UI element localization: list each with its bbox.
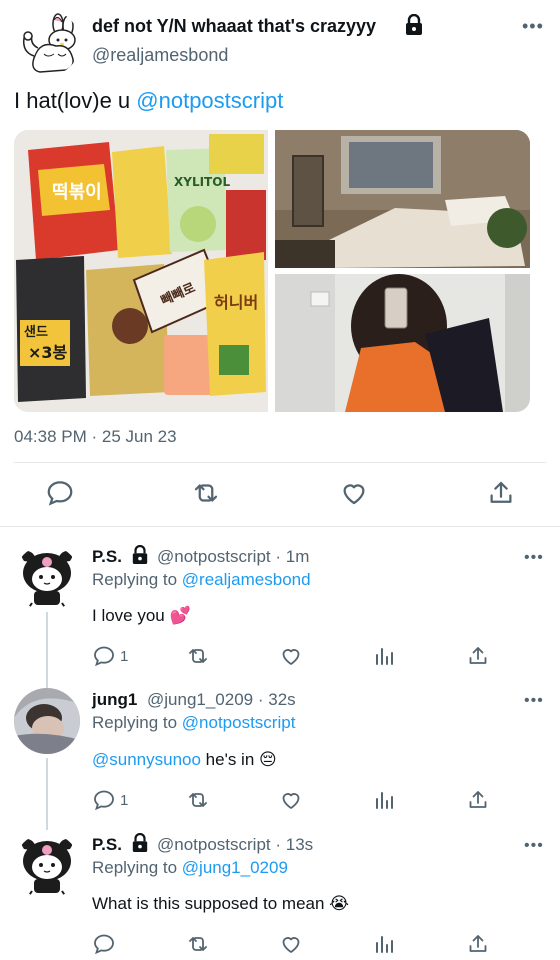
reply-2-replying-to: Replying to @notpostscript bbox=[92, 713, 295, 733]
snack-label-6: 샌드 bbox=[24, 325, 48, 340]
analytics-icon[interactable] bbox=[372, 788, 396, 812]
divider bbox=[14, 462, 546, 463]
retweet-icon[interactable] bbox=[186, 932, 210, 956]
snack-label-1: 떡볶이 bbox=[52, 182, 102, 203]
reply-count: 1 bbox=[120, 791, 129, 809]
reply-count: 1 bbox=[120, 647, 129, 665]
like-icon[interactable] bbox=[339, 478, 369, 508]
reply-icon bbox=[94, 646, 114, 667]
author-avatar[interactable] bbox=[14, 10, 80, 76]
reply-3-name[interactable]: P.S. bbox=[92, 835, 122, 855]
reply-2-avatar[interactable] bbox=[14, 688, 80, 754]
tweet-media-grid[interactable]: 떡볶이 XYLITOL 허니버 빼빼로 ×3봉 샌드 bbox=[14, 130, 530, 412]
more-icon[interactable]: ••• bbox=[524, 837, 544, 855]
reply-icon[interactable] bbox=[45, 478, 75, 508]
reply-1-reply-button[interactable]: 1 bbox=[92, 644, 128, 668]
reply-1-replying-to: Replying to @realjamesbond bbox=[92, 570, 311, 590]
media-photo-selfie[interactable] bbox=[275, 274, 530, 412]
reply-2-reply-button[interactable]: 1 bbox=[92, 788, 128, 812]
lock-icon bbox=[404, 14, 424, 36]
replying-mention-link[interactable]: @realjamesbond bbox=[182, 570, 311, 589]
reply-2-name[interactable]: jung1 bbox=[92, 690, 137, 710]
user-photo-avatar-icon bbox=[14, 688, 80, 754]
reply-2-handle-time[interactable]: @jung1_0209 · 32s bbox=[147, 690, 296, 710]
media-photo-bedroom[interactable] bbox=[275, 130, 530, 268]
reply-3-text: What is this supposed to mean 😭 bbox=[92, 894, 350, 913]
reply-icon bbox=[94, 790, 114, 811]
replying-label: Replying to bbox=[92, 570, 182, 589]
analytics-icon[interactable] bbox=[372, 644, 396, 668]
bedroom-photo-image bbox=[275, 130, 530, 268]
retweet-icon[interactable] bbox=[186, 788, 210, 812]
replying-label: Replying to bbox=[92, 858, 182, 877]
share-icon[interactable] bbox=[466, 644, 490, 668]
like-icon[interactable] bbox=[279, 644, 303, 668]
share-icon[interactable] bbox=[486, 478, 516, 508]
replying-mention-link[interactable]: @jung1_0209 bbox=[182, 858, 288, 877]
reply-2-text-body: he's in 😔 bbox=[200, 750, 277, 769]
reply-2-text: @sunnysunoo he's in 😔 bbox=[92, 750, 277, 770]
author-handle[interactable]: @realjamesbond bbox=[92, 45, 228, 66]
lock-icon bbox=[131, 545, 149, 565]
snack-label-5: ×3봉 bbox=[28, 343, 68, 362]
reply-1-name[interactable]: P.S. bbox=[92, 547, 122, 567]
author-display-name[interactable]: def not Y/N whaaat that's crazyyy bbox=[92, 16, 376, 37]
muscle-bunny-avatar-icon bbox=[14, 10, 80, 76]
tweet-mention-link[interactable]: @notpostscript bbox=[136, 88, 283, 113]
replying-mention-link[interactable]: @notpostscript bbox=[182, 713, 296, 732]
snack-label-3: 허니버 bbox=[214, 293, 258, 312]
selfie-photo-image bbox=[275, 274, 530, 412]
share-icon[interactable] bbox=[466, 788, 490, 812]
kuromi-avatar-icon bbox=[14, 833, 80, 899]
tweet-text-body: I hat(lov)e u bbox=[14, 88, 137, 113]
analytics-icon[interactable] bbox=[372, 932, 396, 956]
like-icon[interactable] bbox=[279, 932, 303, 956]
share-icon[interactable] bbox=[466, 932, 490, 956]
more-icon[interactable]: ••• bbox=[524, 692, 544, 710]
more-icon[interactable]: ••• bbox=[522, 16, 544, 37]
snack-label-2: XYLITOL bbox=[174, 175, 230, 189]
kuromi-avatar-icon bbox=[14, 545, 80, 611]
media-photo-snacks[interactable]: 떡볶이 XYLITOL 허니버 빼빼로 ×3봉 샌드 bbox=[14, 130, 268, 412]
lock-icon bbox=[131, 833, 149, 853]
reply-2-mention-link[interactable]: @sunnysunoo bbox=[92, 750, 201, 769]
reply-3-handle-time[interactable]: @notpostscript · 13s bbox=[157, 835, 313, 855]
reply-3-replying-to: Replying to @jung1_0209 bbox=[92, 858, 288, 878]
reply-1-handle-time[interactable]: @notpostscript · 1m bbox=[157, 547, 309, 567]
like-icon[interactable] bbox=[279, 788, 303, 812]
tweet-timestamp[interactable]: 04:38 PM · 25 Jun 23 bbox=[14, 427, 177, 447]
divider bbox=[0, 526, 560, 527]
retweet-icon[interactable] bbox=[191, 478, 221, 508]
retweet-icon[interactable] bbox=[186, 644, 210, 668]
thread-line bbox=[46, 612, 48, 688]
thread-line bbox=[46, 758, 48, 830]
snacks-photo-image: 떡볶이 XYLITOL 허니버 빼빼로 ×3봉 샌드 bbox=[14, 130, 268, 412]
more-icon[interactable]: ••• bbox=[524, 549, 544, 567]
reply-3-avatar[interactable] bbox=[14, 833, 80, 899]
reply-1-avatar[interactable] bbox=[14, 545, 80, 611]
replying-label: Replying to bbox=[92, 713, 182, 732]
reply-1-text: I love you 💕 bbox=[92, 606, 191, 625]
tweet-text: I hat(lov)e u @notpostscript bbox=[14, 88, 283, 114]
reply-icon[interactable] bbox=[92, 932, 116, 956]
